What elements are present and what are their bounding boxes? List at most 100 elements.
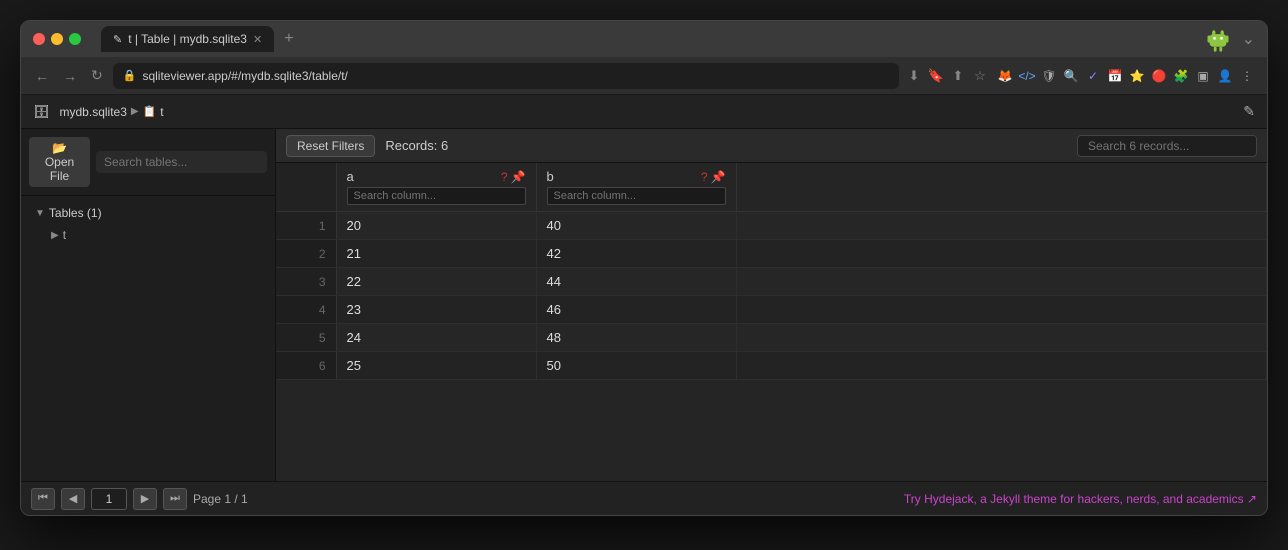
forward-button[interactable]: → bbox=[59, 64, 81, 88]
tab-label: t | Table | mydb.sqlite3 bbox=[128, 32, 247, 46]
col-a-label: a bbox=[347, 169, 354, 184]
app-logo-icon: 🗄 bbox=[33, 104, 50, 120]
toolbar-more-icon[interactable]: ⋮ bbox=[1237, 66, 1257, 86]
content-area: Reset Filters Records: 6 a bbox=[276, 129, 1267, 481]
app-bar-right: ✎ bbox=[1243, 103, 1255, 120]
table-row[interactable]: 6 25 50 bbox=[276, 352, 1267, 380]
reload-button[interactable]: ↻ bbox=[87, 63, 107, 88]
close-button[interactable] bbox=[33, 33, 45, 45]
col-a-header: a ? 📌 bbox=[336, 163, 536, 212]
tables-header-label: Tables (1) bbox=[49, 206, 102, 220]
back-button[interactable]: ← bbox=[31, 64, 53, 88]
footer: ⏮ ◀ ▶ ⏭ Page 1 / 1 Try Hydejack, a Jekyl… bbox=[21, 481, 1267, 515]
window-menu-button[interactable]: ⌄ bbox=[1242, 29, 1255, 49]
app-bar: 🗄 mydb.sqlite3 ▶ 📋 t ✎ bbox=[21, 95, 1267, 129]
page-number-input[interactable] bbox=[91, 488, 127, 510]
open-file-label: 📂 Open File bbox=[39, 141, 80, 183]
col-b-type-icon[interactable]: ? bbox=[701, 170, 708, 184]
minimize-button[interactable] bbox=[51, 33, 63, 45]
table-item-label: t bbox=[63, 228, 66, 242]
open-file-button[interactable]: 📂 Open File bbox=[29, 137, 90, 187]
ext-shield-icon[interactable]: 🛡 bbox=[1039, 66, 1059, 86]
col-b-pin-icon[interactable]: 📌 bbox=[711, 170, 726, 184]
table-row[interactable]: 2 21 42 bbox=[276, 240, 1267, 268]
ext-sidebar-icon[interactable]: ▣ bbox=[1193, 66, 1213, 86]
col-rownum-header bbox=[276, 163, 336, 212]
records-count: Records: 6 bbox=[385, 138, 448, 153]
traffic-lights bbox=[33, 33, 81, 45]
cell-rownum: 1 bbox=[276, 212, 336, 240]
sidebar-section: ▼ Tables (1) ▶ t bbox=[21, 196, 275, 252]
cell-rownum: 5 bbox=[276, 324, 336, 352]
cell-empty bbox=[736, 268, 1267, 296]
cell-a: 23 bbox=[336, 296, 536, 324]
ext-code-icon[interactable]: </> bbox=[1017, 66, 1037, 86]
col-empty-header bbox=[736, 163, 1267, 212]
breadcrumb: mydb.sqlite3 ▶ 📋 t bbox=[60, 105, 164, 119]
ext-refresh-icon[interactable]: 🔴 bbox=[1149, 66, 1169, 86]
tables-header[interactable]: ▼ Tables (1) bbox=[29, 202, 267, 224]
bookmark-icon[interactable]: 🔖 bbox=[927, 67, 945, 85]
col-a-type-icon[interactable]: ? bbox=[501, 170, 508, 184]
table-wrapper: a ? 📌 b bbox=[276, 163, 1267, 481]
app-logo: 🗄 bbox=[33, 104, 50, 120]
cell-b: 44 bbox=[536, 268, 736, 296]
last-page-button[interactable]: ⏭ bbox=[163, 488, 187, 510]
tabs-bar: ✎ t | Table | mydb.sqlite3 ✕ + bbox=[101, 26, 1194, 52]
ext-user-icon[interactable]: 👤 bbox=[1215, 66, 1235, 86]
cell-a: 21 bbox=[336, 240, 536, 268]
cell-a: 20 bbox=[336, 212, 536, 240]
first-page-button[interactable]: ⏮ bbox=[31, 488, 55, 510]
hydejack-link[interactable]: Try Hydejack, a Jekyll theme for hackers… bbox=[904, 492, 1257, 506]
share-icon[interactable]: ⬆ bbox=[949, 67, 967, 85]
ext-calendar-icon[interactable]: 📅 bbox=[1105, 66, 1125, 86]
cell-b: 46 bbox=[536, 296, 736, 324]
star-icon[interactable]: ☆ bbox=[971, 67, 989, 85]
search-records-input[interactable] bbox=[1077, 135, 1257, 157]
title-bar: ✎ t | Table | mydb.sqlite3 ✕ + bbox=[21, 21, 1267, 57]
new-tab-button[interactable]: + bbox=[278, 26, 299, 52]
col-b-search-input[interactable] bbox=[547, 187, 726, 205]
maximize-button[interactable] bbox=[69, 33, 81, 45]
breadcrumb-db[interactable]: mydb.sqlite3 bbox=[60, 105, 127, 119]
main-layout: 📂 Open File ▼ Tables (1) ▶ t Reset Filte… bbox=[21, 129, 1267, 481]
search-tables-input[interactable] bbox=[96, 151, 267, 173]
table-icon: 📋 bbox=[143, 105, 157, 118]
sidebar-table-item-t[interactable]: ▶ t bbox=[29, 224, 267, 246]
download-icon[interactable]: ⬇ bbox=[905, 67, 923, 85]
breadcrumb-table[interactable]: t bbox=[160, 105, 163, 119]
cell-rownum: 6 bbox=[276, 352, 336, 380]
ext-puzzle-icon[interactable]: 🧩 bbox=[1171, 66, 1191, 86]
cell-empty bbox=[736, 212, 1267, 240]
address-bar[interactable]: 🔒 sqliteviewer.app/#/mydb.sqlite3/table/… bbox=[113, 63, 899, 89]
ext-check-icon[interactable]: ✓ bbox=[1083, 66, 1103, 86]
breadcrumb-arrow: ▶ bbox=[131, 106, 139, 117]
prev-page-button[interactable]: ◀ bbox=[61, 488, 85, 510]
table-arrow-icon: ▶ bbox=[51, 230, 59, 241]
table-row[interactable]: 5 24 48 bbox=[276, 324, 1267, 352]
cell-empty bbox=[736, 296, 1267, 324]
active-tab[interactable]: ✎ t | Table | mydb.sqlite3 ✕ bbox=[101, 26, 274, 52]
toolbar: ← → ↻ 🔒 sqliteviewer.app/#/mydb.sqlite3/… bbox=[21, 57, 1267, 95]
tab-close-button[interactable]: ✕ bbox=[253, 33, 262, 46]
cell-a: 22 bbox=[336, 268, 536, 296]
tab-icon: ✎ bbox=[113, 33, 122, 46]
table-row[interactable]: 1 20 40 bbox=[276, 212, 1267, 240]
table-row[interactable]: 3 22 44 bbox=[276, 268, 1267, 296]
data-table: a ? 📌 b bbox=[276, 163, 1267, 380]
cell-b: 50 bbox=[536, 352, 736, 380]
table-body: 1 20 40 2 21 42 3 22 44 4 23 46 5 24 48 … bbox=[276, 212, 1267, 380]
android-robot-icon bbox=[1202, 23, 1234, 55]
ext-search-icon[interactable]: 🔍 bbox=[1061, 66, 1081, 86]
table-row[interactable]: 4 23 46 bbox=[276, 296, 1267, 324]
col-a-pin-icon[interactable]: 📌 bbox=[511, 170, 526, 184]
ext-star-icon[interactable]: ⭐ bbox=[1127, 66, 1147, 86]
cell-b: 40 bbox=[536, 212, 736, 240]
edit-button[interactable]: ✎ bbox=[1243, 103, 1255, 120]
ext-red-icon[interactable]: 🦊 bbox=[995, 66, 1015, 86]
page-info: Page 1 / 1 bbox=[193, 492, 248, 506]
next-page-button[interactable]: ▶ bbox=[133, 488, 157, 510]
reset-filters-button[interactable]: Reset Filters bbox=[286, 135, 375, 157]
col-b-label: b bbox=[547, 169, 554, 184]
col-a-search-input[interactable] bbox=[347, 187, 526, 205]
